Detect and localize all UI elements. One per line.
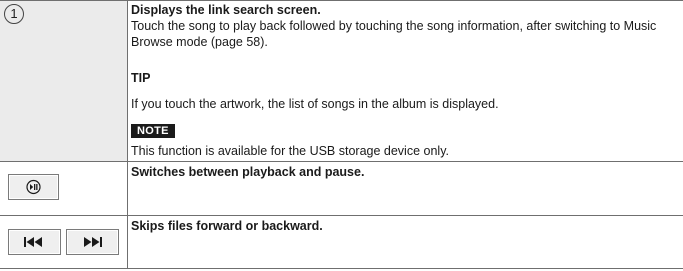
skip-next-button[interactable] — [66, 229, 119, 255]
callout-number: 1 — [4, 4, 24, 24]
tip-text: If you touch the artwork, the list of so… — [131, 97, 499, 111]
row1-key-cell: 1 — [0, 1, 127, 161]
skip-next-icon — [84, 237, 102, 247]
play-pause-icon — [26, 179, 41, 195]
row2-description: Switches between playback and pause. — [131, 165, 365, 179]
row1-body: Touch the song to play back followed by … — [131, 19, 657, 49]
skip-previous-icon — [24, 237, 42, 247]
column-divider — [127, 0, 128, 269]
skip-previous-button[interactable] — [8, 229, 61, 255]
note-label: NOTE — [131, 124, 175, 138]
note-text: This function is available for the USB s… — [131, 144, 449, 158]
tip-label: TIP — [131, 71, 151, 85]
play-pause-button[interactable] — [8, 174, 59, 200]
table-bottom-border — [0, 268, 683, 269]
row3-description: Skips files forward or backward. — [131, 219, 323, 233]
row1-heading: Displays the link search screen. — [131, 3, 321, 17]
